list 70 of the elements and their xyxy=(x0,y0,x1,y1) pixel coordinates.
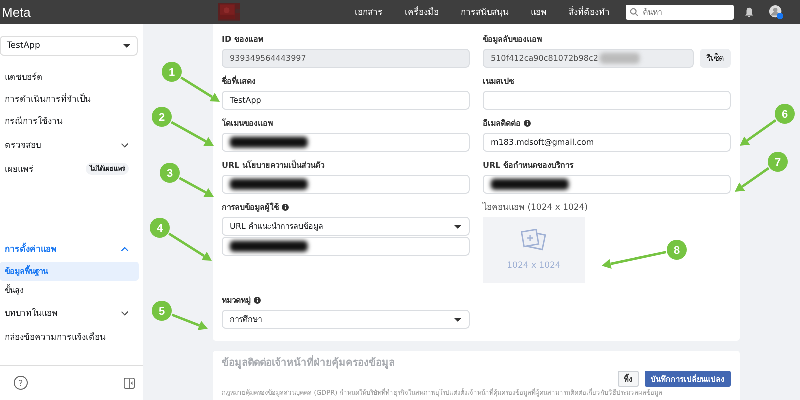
arrow xyxy=(740,119,777,146)
field-value: m183.mdsoft@gmail.com xyxy=(491,138,594,147)
arrow xyxy=(602,251,666,269)
redaction-blur xyxy=(600,53,640,64)
arrow xyxy=(179,177,214,198)
text-field[interactable]: m183.mdsoft@gmail.com xyxy=(483,133,731,152)
sidebar-item[interactable]: การดำเนินการที่จำเป็น xyxy=(5,92,91,106)
number-badge: 7 xyxy=(768,152,788,172)
field-label: ชื่อที่แสดง xyxy=(222,74,256,88)
sidebar-item[interactable]: กรณีการใช้งาน xyxy=(5,114,63,128)
field-label: URL นโยบายความเป็นส่วนตัว xyxy=(222,158,325,172)
nav-link[interactable]: สิ่งที่ต้องทำ xyxy=(569,5,610,19)
number-badge: 1 xyxy=(162,62,182,82)
size-hint: 1024 x 1024 xyxy=(507,261,561,271)
text-field[interactable]: TestApp xyxy=(222,91,470,110)
nav-link[interactable]: เอกสาร xyxy=(355,5,383,19)
field-value: 510f412ca90c81072b98c2 xyxy=(491,54,598,63)
nav-link[interactable]: เครื่องมือ xyxy=(405,5,439,19)
field-label: หมวดหมู่ xyxy=(222,294,251,306)
section-title: ข้อมูลติดต่อเจ้าหน้าที่ฝ่ายคุ้มครองข้อมูล xyxy=(222,355,731,370)
field-label: ข้อมูลลับของแอพ xyxy=(483,34,542,46)
sidebar-item[interactable]: ตรวจสอบ xyxy=(5,138,41,152)
caret-icon xyxy=(454,224,462,228)
logo[interactable]: Meta xyxy=(2,4,218,20)
field-label: อีเมลติดต่อ xyxy=(483,118,521,130)
help-icon[interactable]: ? xyxy=(14,376,28,390)
number-badge: 5 xyxy=(152,301,172,321)
field-label: โดเมนของแอพ xyxy=(222,118,273,130)
number-badge: 2 xyxy=(152,107,172,127)
text-field[interactable] xyxy=(483,175,731,194)
avatar-icon[interactable] xyxy=(769,4,784,20)
field-label: เนมสเปซ xyxy=(483,76,514,88)
number-badge: 4 xyxy=(150,218,170,238)
number-badge: 3 xyxy=(160,163,180,183)
text-field[interactable] xyxy=(222,133,470,152)
arrow xyxy=(168,232,212,261)
dropdown[interactable]: การศึกษา xyxy=(222,310,470,329)
search-icon xyxy=(630,8,639,16)
text-field[interactable] xyxy=(483,91,731,110)
sidebar-item[interactable]: กล่องข้อความการแจ้งเตือน xyxy=(5,330,106,344)
field-label: การลบข้อมูลผู้ใช้ xyxy=(222,202,279,214)
field-value: 939349564443997 xyxy=(230,54,306,63)
search-field[interactable]: ค้นหา xyxy=(626,4,734,20)
number-badge: 6 xyxy=(775,104,795,124)
sidebar-item[interactable]: การตั้งค่าแอพ xyxy=(5,242,57,256)
arrow xyxy=(171,121,214,146)
dropdown[interactable]: URL คำแนะนำการลบข้อมูล xyxy=(222,217,470,236)
number-badge: 8 xyxy=(667,240,687,260)
sidebar-item[interactable]: บทบาทในแอพ xyxy=(5,306,58,320)
collapse-icon[interactable] xyxy=(124,378,135,388)
nav-link[interactable]: แอพ xyxy=(531,5,547,19)
text-field[interactable] xyxy=(222,175,470,194)
caret-icon xyxy=(123,44,131,48)
field-value: TestApp xyxy=(230,96,262,105)
field-label: ID ของแอพ xyxy=(222,34,264,46)
text-field[interactable] xyxy=(222,237,470,256)
sidebar-subitem[interactable]: ขั้นสูง xyxy=(0,281,139,300)
sidebar-item[interactable]: เผยแพร่ xyxy=(5,162,34,176)
image-add-icon xyxy=(520,229,548,253)
sidebar-item[interactable]: แดชบอร์ด xyxy=(5,70,43,84)
arrow xyxy=(180,76,220,102)
caret-icon xyxy=(454,318,462,322)
bell-icon[interactable] xyxy=(744,6,755,18)
app-selector[interactable]: TestApp xyxy=(0,36,138,56)
field-label: ไอคอนแอพ (1024 x 1024) xyxy=(483,201,590,213)
nav-link[interactable]: การสนับสนุน xyxy=(461,5,509,19)
field-label: URL ข้อกำหนดของบริการ xyxy=(483,160,574,172)
arrow xyxy=(735,167,770,192)
arrow xyxy=(172,314,208,330)
sidebar-subitem[interactable]: ข้อมูลพื้นฐาน xyxy=(0,262,139,281)
